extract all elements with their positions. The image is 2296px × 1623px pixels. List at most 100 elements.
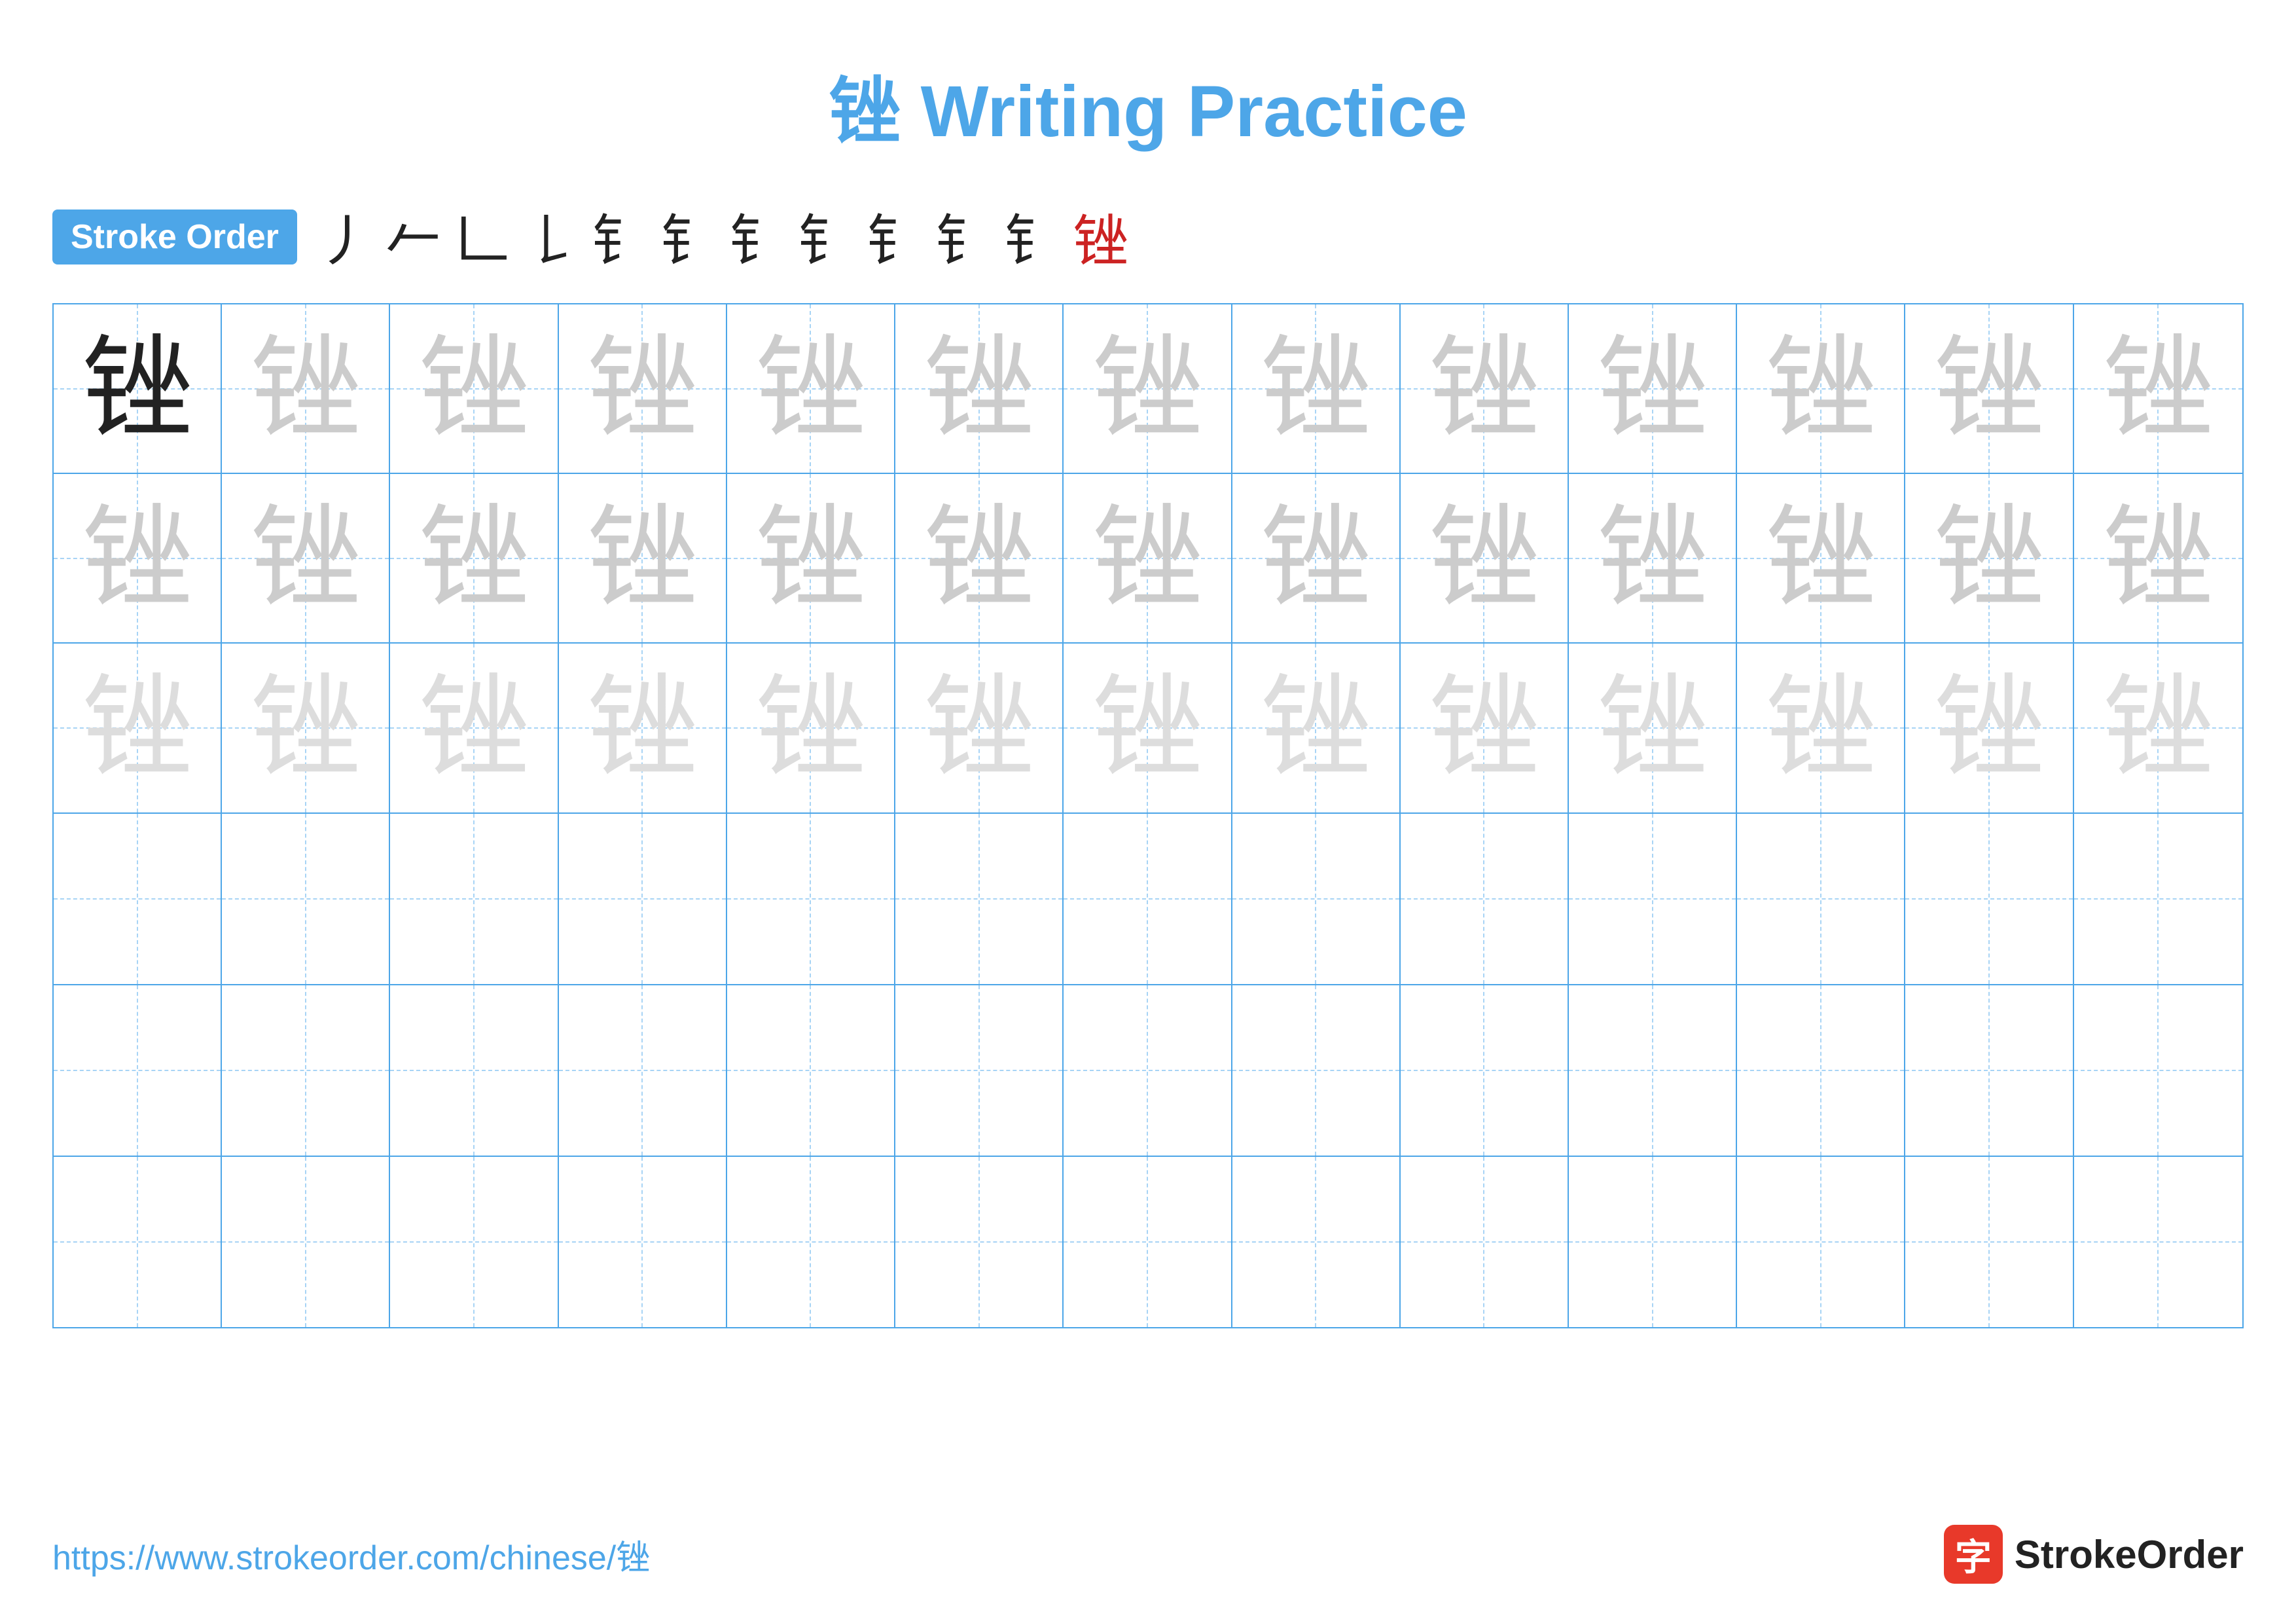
grid-cell-6-3[interactable] (390, 1157, 558, 1327)
grid-cell-1-9: 锉 (1401, 304, 1569, 473)
grid-cell-6-7[interactable] (1064, 1157, 1232, 1327)
grid-cell-4-9[interactable] (1401, 814, 1569, 984)
grid-cell-4-1[interactable] (54, 814, 222, 984)
grid-cell-4-6[interactable] (895, 814, 1064, 984)
char-guide: 锉 (586, 333, 698, 445)
grid-cell-5-1[interactable] (54, 985, 222, 1156)
char-guide: 锉 (250, 503, 361, 614)
stroke-11: 钅 (1004, 196, 1060, 277)
grid-cell-5-12[interactable] (1905, 985, 2073, 1156)
char-guide: 锉 (1597, 503, 1708, 614)
grid-cell-2-12: 锉 (1905, 474, 2073, 642)
grid-cell-6-4[interactable] (559, 1157, 727, 1327)
grid-row-5-empty (54, 985, 2242, 1157)
char-guide: 锉 (755, 503, 866, 614)
grid-cell-2-3: 锉 (390, 474, 558, 642)
stroke-5: 钅 (592, 196, 647, 277)
grid-cell-5-10[interactable] (1569, 985, 1737, 1156)
char-guide-faint: 锉 (82, 672, 193, 784)
stroke-final: 锉 (1073, 196, 1128, 277)
char-guide: 锉 (1092, 333, 1203, 445)
char-guide-faint: 锉 (755, 672, 866, 784)
grid-cell-4-5[interactable] (727, 814, 895, 984)
grid-cell-2-1: 锉 (54, 474, 222, 642)
char-guide: 锉 (1933, 333, 2045, 445)
grid-cell-6-13[interactable] (2074, 1157, 2242, 1327)
grid-cell-5-7[interactable] (1064, 985, 1232, 1156)
grid-cell-6-10[interactable] (1569, 1157, 1737, 1327)
stroke-4: 𠄌 (523, 196, 579, 277)
stroke-order-badge: Stroke Order (52, 210, 297, 264)
grid-cell-2-11: 锉 (1737, 474, 1905, 642)
stroke-2: 𠂉 (386, 196, 441, 277)
grid-cell-4-4[interactable] (559, 814, 727, 984)
grid-cell-5-9[interactable] (1401, 985, 1569, 1156)
grid-cell-3-7: 锉 (1064, 644, 1232, 812)
grid-cell-3-1: 锉 (54, 644, 222, 812)
grid-row-6-empty (54, 1157, 2242, 1327)
grid-cell-5-11[interactable] (1737, 985, 1905, 1156)
char-guide: 锉 (2102, 503, 2214, 614)
grid-cell-1-6: 锉 (895, 304, 1064, 473)
stroke-7: 钅 (729, 196, 785, 277)
grid-cell-3-8: 锉 (1232, 644, 1401, 812)
grid-cell-3-2: 锉 (222, 644, 390, 812)
char-guide: 锉 (1597, 333, 1708, 445)
char-guide-faint: 锉 (924, 672, 1035, 784)
char-guide-faint: 锉 (1428, 672, 1539, 784)
grid-cell-6-6[interactable] (895, 1157, 1064, 1327)
char-guide: 锉 (1428, 503, 1539, 614)
char-guide: 锉 (1428, 333, 1539, 445)
stroke-8: 钅 (798, 196, 853, 277)
grid-cell-5-2[interactable] (222, 985, 390, 1156)
grid-cell-4-8[interactable] (1232, 814, 1401, 984)
grid-cell-3-9: 锉 (1401, 644, 1569, 812)
grid-cell-2-5: 锉 (727, 474, 895, 642)
grid-cell-5-5[interactable] (727, 985, 895, 1156)
grid-cell-6-2[interactable] (222, 1157, 390, 1327)
grid-cell-5-3[interactable] (390, 985, 558, 1156)
grid-cell-3-5: 锉 (727, 644, 895, 812)
grid-cell-6-8[interactable] (1232, 1157, 1401, 1327)
grid-cell-6-5[interactable] (727, 1157, 895, 1327)
logo-char: 字 (1955, 1528, 1992, 1581)
page-title: 锉 Writing Practice (0, 0, 2296, 183)
grid-row-4-empty (54, 814, 2242, 985)
grid-cell-6-1[interactable] (54, 1157, 222, 1327)
footer-url[interactable]: https://www.strokeorder.com/chinese/锉 (52, 1530, 650, 1579)
char-guide: 锉 (1933, 503, 2045, 614)
grid-cell-3-6: 锉 (895, 644, 1064, 812)
grid-cell-4-12[interactable] (1905, 814, 2073, 984)
char-guide: 锉 (1092, 503, 1203, 614)
grid-cell-1-1: 锉 (54, 304, 222, 473)
grid-cell-4-3[interactable] (390, 814, 558, 984)
grid-cell-2-9: 锉 (1401, 474, 1569, 642)
logo-text: StrokeOrder (2015, 1532, 2244, 1577)
grid-cell-5-4[interactable] (559, 985, 727, 1156)
grid-cell-4-7[interactable] (1064, 814, 1232, 984)
grid-cell-5-13[interactable] (2074, 985, 2242, 1156)
grid-cell-4-10[interactable] (1569, 814, 1737, 984)
grid-cell-5-8[interactable] (1232, 985, 1401, 1156)
grid-cell-3-10: 锉 (1569, 644, 1737, 812)
grid-cell-2-8: 锉 (1232, 474, 1401, 642)
char-guide-faint: 锉 (1597, 672, 1708, 784)
grid-cell-6-9[interactable] (1401, 1157, 1569, 1327)
stroke-chars: 丿 𠂉 𠃊 𠄌 钅 钅 钅 钅 钅 钅 钅 锉 (317, 196, 1128, 277)
grid-cell-5-6[interactable] (895, 985, 1064, 1156)
char-guide: 锉 (1765, 333, 1876, 445)
grid-cell-4-2[interactable] (222, 814, 390, 984)
grid-cell-1-13: 锉 (2074, 304, 2242, 473)
char-solid: 锉 (82, 333, 193, 445)
grid-cell-6-11[interactable] (1737, 1157, 1905, 1327)
grid-cell-2-7: 锉 (1064, 474, 1232, 642)
grid-cell-4-11[interactable] (1737, 814, 1905, 984)
grid-cell-1-4: 锉 (559, 304, 727, 473)
grid-cell-2-2: 锉 (222, 474, 390, 642)
grid-cell-1-12: 锉 (1905, 304, 2073, 473)
grid-cell-1-2: 锉 (222, 304, 390, 473)
grid-cell-6-12[interactable] (1905, 1157, 2073, 1327)
char-guide: 锉 (2102, 333, 2214, 445)
logo-icon: 字 (1944, 1525, 2003, 1584)
grid-cell-4-13[interactable] (2074, 814, 2242, 984)
